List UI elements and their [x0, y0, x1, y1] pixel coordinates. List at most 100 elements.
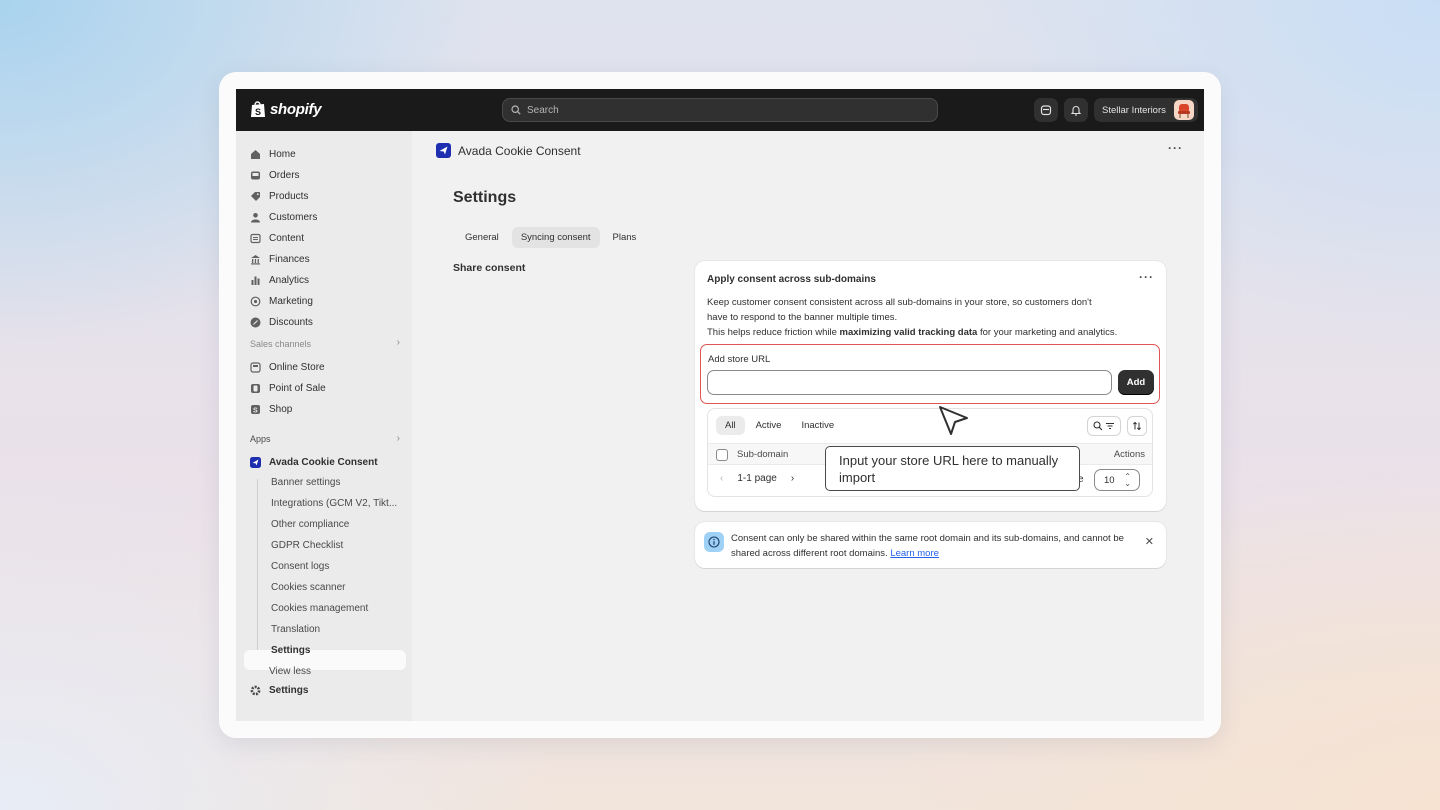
tree-connector — [257, 479, 258, 664]
store-menu-button[interactable]: Stellar Interiors — [1094, 98, 1198, 122]
home-icon — [250, 149, 261, 160]
sidebar-item-avada-cookie-consent[interactable]: Avada Cookie Consent — [250, 453, 378, 471]
sidebar-item-content[interactable]: Content — [250, 229, 304, 247]
sort-button[interactable] — [1127, 416, 1147, 436]
page-title: Settings — [453, 189, 517, 206]
desc-line: Keep customer consent consistent across … — [707, 297, 1092, 308]
sidebar-item-customers[interactable]: Customers — [250, 208, 317, 226]
subitem-banner-settings[interactable]: Banner settings — [271, 477, 341, 488]
view-less-link[interactable]: View less — [269, 666, 311, 677]
select-arrows-icon: ⌃ ⌄ — [1124, 472, 1131, 488]
learn-more-link[interactable]: Learn more — [890, 548, 939, 559]
app-title: Avada Cookie Consent — [458, 143, 581, 158]
target-icon — [250, 296, 261, 307]
next-page-icon[interactable]: › — [791, 473, 794, 484]
sidebar-item-label: Avada Cookie Consent — [269, 456, 378, 468]
filter-tab-all[interactable]: All — [716, 416, 745, 435]
app-header: Avada Cookie Consent — [436, 143, 581, 158]
filter-tabs: All Active Inactive — [716, 416, 843, 435]
store-url-input[interactable] — [707, 370, 1112, 395]
subdomain-consent-card: Apply consent across sub-domains ··· Kee… — [695, 261, 1166, 511]
sidebar-item-label: Customers — [269, 211, 318, 223]
sidebar-item-label: Content — [269, 232, 305, 244]
svg-text:S: S — [255, 107, 261, 117]
filter-icon — [1106, 423, 1114, 429]
select-all-checkbox[interactable] — [716, 449, 728, 461]
sidebar-item-online-store[interactable]: Online Store — [250, 358, 325, 376]
card-description: Keep customer consent consistent across … — [707, 295, 1157, 340]
notifications-button[interactable] — [1064, 98, 1088, 122]
store-icon — [250, 361, 261, 373]
more-actions-icon[interactable]: ··· — [1168, 141, 1183, 155]
sidebar-item-finances[interactable]: Finances — [250, 250, 310, 268]
tab-plans[interactable]: Plans — [604, 227, 646, 248]
card-more-icon[interactable]: ··· — [1139, 270, 1154, 284]
section-heading: Share consent — [453, 262, 526, 274]
card-title: Apply consent across sub-domains — [707, 274, 876, 285]
column-subdomain: Sub-domain — [737, 449, 789, 460]
filter-tab-inactive[interactable]: Inactive — [792, 416, 843, 435]
shopify-logo[interactable]: S shopify — [250, 100, 322, 118]
admin-screen: S shopify Search Stellar Interiors Home … — [236, 89, 1204, 721]
sidebar-item-shop[interactable]: S Shop — [250, 400, 292, 418]
search-filter-button[interactable] — [1087, 416, 1121, 436]
desc-text: for your marketing and analytics. — [977, 327, 1118, 338]
desc-line: have to respond to the banner multiple t… — [707, 312, 898, 323]
sidebar-item-products[interactable]: Products — [250, 187, 308, 205]
column-actions: Actions — [1113, 449, 1145, 460]
shopify-bag-icon: S — [251, 101, 265, 117]
sidebar-item-settings[interactable]: Settings — [250, 681, 308, 699]
sidebar-item-label: Online Store — [269, 361, 325, 373]
chevron-right-icon[interactable]: › — [397, 337, 400, 348]
chevron-right-icon[interactable]: › — [397, 433, 400, 444]
sidebar-item-analytics[interactable]: Analytics — [250, 271, 309, 289]
sidebar-item-marketing[interactable]: Marketing — [250, 292, 313, 310]
info-icon — [704, 532, 724, 552]
tab-general[interactable]: General — [456, 227, 508, 248]
shop-icon: S — [250, 404, 261, 415]
filter-tab-active[interactable]: Active — [747, 416, 791, 435]
sidekick-button[interactable] — [1034, 98, 1058, 122]
sidebar-item-label: Marketing — [269, 295, 313, 307]
add-store-url-section: Add store URL Add — [700, 344, 1160, 404]
info-banner: Consent can only be shared within the sa… — [695, 522, 1166, 568]
sidebar-item-point-of-sale[interactable]: Point of Sale — [250, 379, 326, 397]
subitem-cookies-scanner[interactable]: Cookies scanner — [271, 582, 345, 593]
sidebar-item-orders[interactable]: Orders — [250, 166, 300, 184]
per-page-select[interactable]: 10 ⌃ ⌄ — [1094, 469, 1140, 491]
sidebar-item-home[interactable]: Home — [250, 145, 296, 163]
sales-channels-heading[interactable]: Sales channels — [250, 339, 311, 349]
avada-app-icon — [250, 456, 261, 468]
inbox-icon — [250, 170, 261, 181]
shopify-wordmark: shopify — [270, 100, 322, 118]
settings-tabs: General Syncing consent Plans — [456, 227, 645, 248]
bar-chart-icon — [250, 275, 261, 286]
page-indicator: 1-1 page — [737, 473, 777, 484]
sidebar-item-label: Home — [269, 148, 296, 160]
subitem-integrations[interactable]: Integrations (GCM V2, Tikt... — [271, 498, 397, 509]
search-icon — [511, 105, 521, 115]
search-input[interactable]: Search — [502, 98, 938, 122]
subitem-other-compliance[interactable]: Other compliance — [271, 519, 349, 530]
gear-icon — [250, 685, 261, 696]
pagination: ‹ 1-1 page › — [720, 473, 794, 484]
store-name: Stellar Interiors — [1102, 104, 1166, 116]
sidebar-item-label: Shop — [269, 403, 293, 415]
subitem-gdpr-checklist[interactable]: GDPR Checklist — [271, 540, 343, 551]
tab-syncing-consent[interactable]: Syncing consent — [511, 227, 600, 248]
apps-heading[interactable]: Apps — [250, 434, 271, 444]
device-frame: S shopify Search Stellar Interiors Home … — [220, 73, 1220, 737]
subitem-cookies-management[interactable]: Cookies management — [271, 603, 368, 614]
prev-page-icon[interactable]: ‹ — [720, 473, 723, 484]
sidebar-item-discounts[interactable]: Discounts — [250, 313, 313, 331]
desc-text: This helps reduce friction while — [707, 327, 840, 338]
annotation-callout: Input your store URL here to manually im… — [825, 446, 1080, 491]
search-placeholder: Search — [527, 104, 559, 116]
close-icon[interactable]: ✕ — [1145, 535, 1154, 548]
subitem-consent-logs[interactable]: Consent logs — [271, 561, 329, 572]
subitem-translation[interactable]: Translation — [271, 624, 320, 635]
per-page-value: 10 — [1104, 474, 1115, 486]
bell-icon — [1070, 106, 1082, 116]
subitem-settings[interactable]: Settings — [271, 645, 310, 656]
add-button[interactable]: Add — [1118, 370, 1154, 395]
